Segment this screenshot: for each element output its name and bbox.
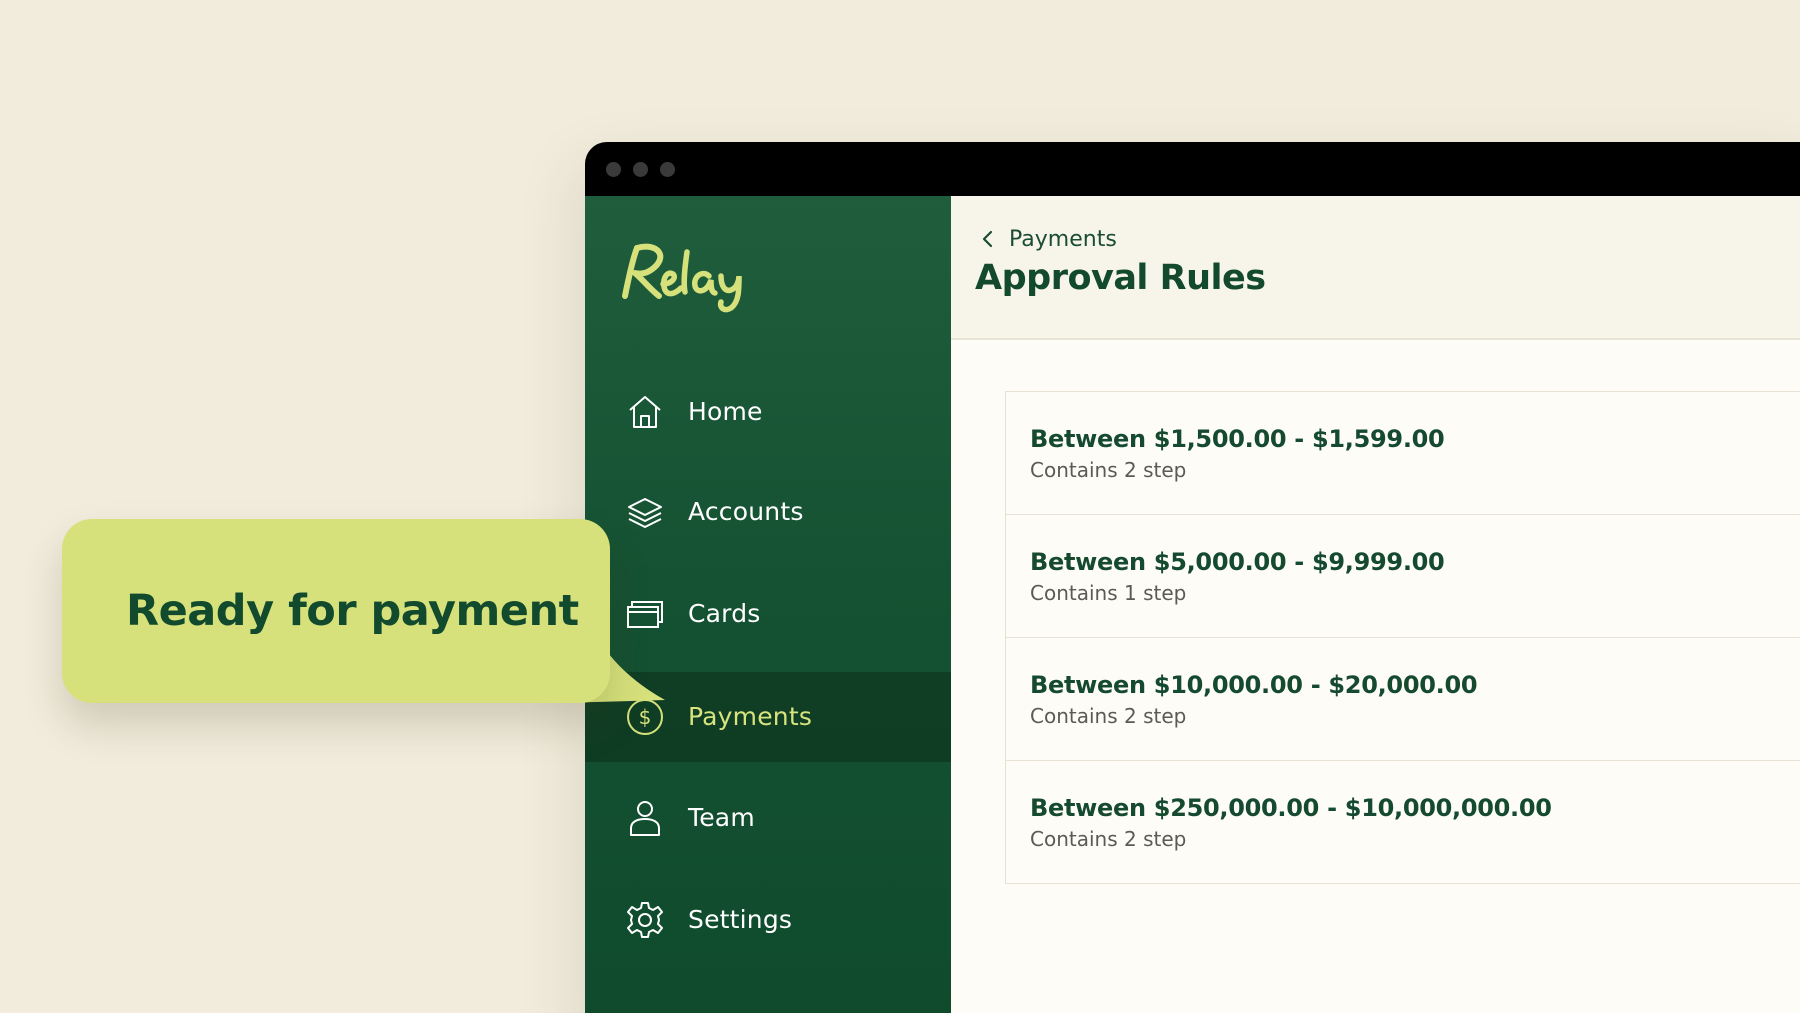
approval-rule-row[interactable]: Between $1,500.00 - $1,599.00 Contains 2… — [1005, 391, 1800, 514]
breadcrumb-label: Payments — [1009, 226, 1117, 252]
sidebar-item-label: Team — [688, 803, 755, 832]
relay-logo-mark — [622, 243, 742, 313]
sidebar-item-settings[interactable]: Settings — [585, 875, 951, 965]
rule-step-count: Contains 2 step — [1030, 458, 1187, 482]
svg-text:$: $ — [639, 705, 652, 729]
window-minimize-dot[interactable] — [633, 162, 648, 177]
breadcrumb-back-link[interactable]: Payments — [979, 224, 1117, 254]
rule-title: Between $10,000.00 - $20,000.00 — [1030, 671, 1478, 699]
sidebar-item-home[interactable]: Home — [585, 367, 951, 457]
sidebar-item-label: Cards — [688, 599, 761, 628]
home-icon — [625, 392, 665, 432]
approval-rule-row[interactable]: Between $10,000.00 - $20,000.00 Contains… — [1005, 637, 1800, 760]
person-icon — [625, 798, 665, 838]
app-window: Home Accounts Cards $ Payments Team Sett… — [585, 142, 1800, 1013]
rule-step-count: Contains 2 step — [1030, 827, 1187, 851]
gear-icon — [625, 900, 665, 940]
window-titlebar — [585, 142, 1800, 196]
rule-title: Between $5,000.00 - $9,999.00 — [1030, 548, 1445, 576]
rule-step-count: Contains 2 step — [1030, 704, 1187, 728]
sidebar-item-label: Home — [688, 397, 763, 426]
sidebar-item-label: Accounts — [688, 497, 804, 526]
callout-bubble: Ready for payment — [62, 519, 610, 703]
stage: Home Accounts Cards $ Payments Team Sett… — [0, 0, 1800, 1013]
relay-logo[interactable] — [611, 236, 761, 316]
page-title: Approval Rules — [975, 258, 1266, 298]
main-content: Payments Approval Rules Between $1,500.0… — [951, 196, 1800, 1013]
rule-title: Between $250,000.00 - $10,000,000.00 — [1030, 794, 1552, 822]
sidebar-item-label: Payments — [688, 702, 813, 731]
chevron-left-icon — [982, 230, 993, 248]
sidebar-item-accounts[interactable]: Accounts — [585, 467, 951, 557]
rule-step-count: Contains 1 step — [1030, 581, 1187, 605]
layers-icon — [625, 492, 665, 532]
window-maximize-dot[interactable] — [660, 162, 675, 177]
rule-title: Between $1,500.00 - $1,599.00 — [1030, 425, 1445, 453]
sidebar-item-team[interactable]: Team — [585, 773, 951, 863]
approval-rules-list: Between $1,500.00 - $1,599.00 Contains 2… — [1005, 391, 1800, 884]
page-header: Payments Approval Rules — [951, 196, 1800, 340]
callout-text: Ready for payment — [126, 586, 579, 636]
sidebar-item-label: Settings — [688, 905, 793, 934]
window-close-dot[interactable] — [606, 162, 621, 177]
approval-rule-row[interactable]: Between $250,000.00 - $10,000,000.00 Con… — [1005, 760, 1800, 884]
approval-rule-row[interactable]: Between $5,000.00 - $9,999.00 Contains 1… — [1005, 514, 1800, 637]
